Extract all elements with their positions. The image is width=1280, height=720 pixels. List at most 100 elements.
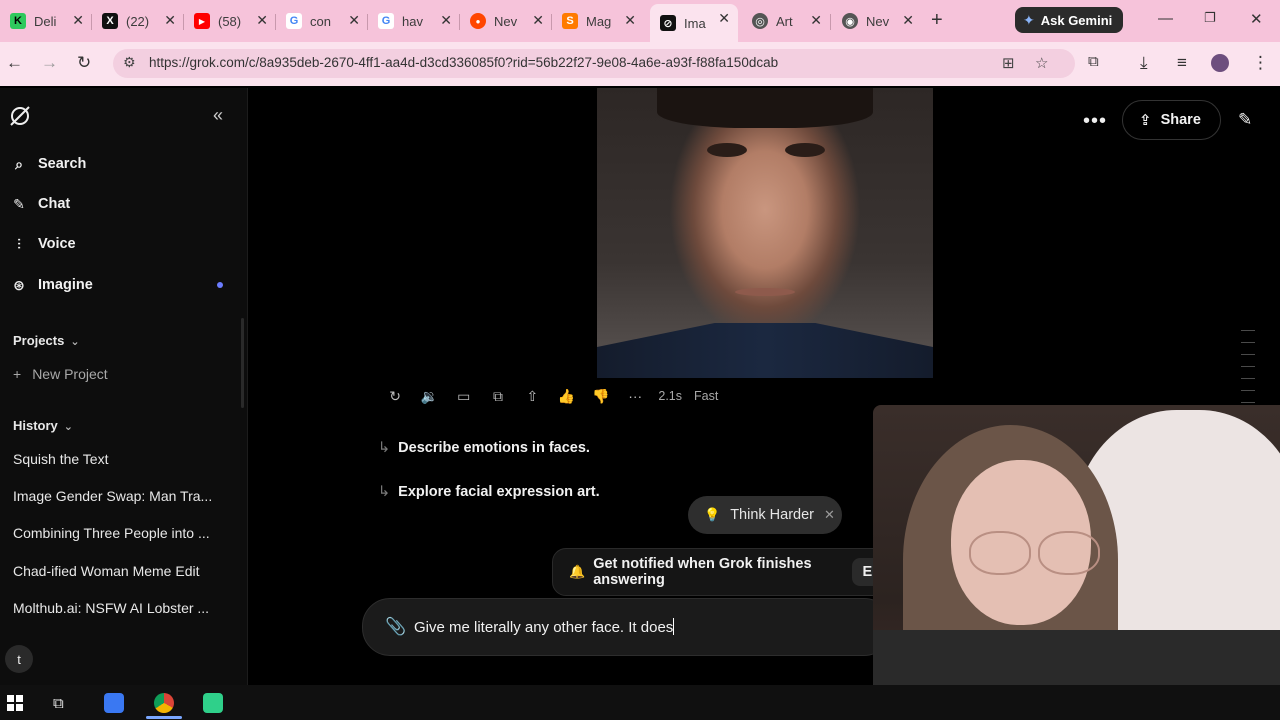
extensions-icon[interactable]: ⧉ — [1088, 53, 1099, 70]
tab-close-icon[interactable]: ✕ — [72, 12, 84, 29]
nav-imagine[interactable]: ⊛ Imagine — [11, 273, 93, 297]
task-view-icon[interactable]: ⧉ — [53, 695, 64, 712]
share-button[interactable]: ⇪ Share — [1122, 100, 1221, 140]
downloads-icon[interactable]: ⤓ — [1140, 53, 1148, 73]
think-harder-chip[interactable]: 💡 Think Harder ✕ — [688, 496, 842, 534]
site-info-icon[interactable]: ⚙ — [123, 54, 136, 71]
tab-favicon-icon: S — [562, 13, 578, 29]
browser-tab[interactable]: ● Nev ✕ — [460, 6, 552, 36]
nav-chat[interactable]: ✎ Chat — [11, 192, 70, 216]
tab-close-icon[interactable]: ✕ — [718, 10, 730, 27]
history-item[interactable]: Combining Three People into ... — [13, 525, 218, 541]
tab-favicon-icon: K — [10, 13, 26, 29]
history-header[interactable]: History ⌄ — [13, 418, 73, 433]
generated-portrait-image[interactable] — [597, 88, 933, 378]
conversation-minimap-tick[interactable] — [1241, 330, 1255, 331]
history-item[interactable]: Chad-ified Woman Meme Edit — [13, 563, 218, 579]
collapse-sidebar-icon[interactable]: « — [213, 105, 223, 126]
minimize-icon[interactable]: — — [1158, 10, 1173, 27]
thumbs-down-icon[interactable]: 👎 — [584, 388, 618, 405]
reply-arrow-icon: ↳ — [378, 484, 391, 500]
reload-icon[interactable]: ↻ — [77, 53, 91, 73]
back-icon[interactable]: ← — [6, 53, 23, 73]
tab-close-icon[interactable]: ✕ — [624, 12, 636, 29]
new-chat-edit-icon[interactable]: ✎ — [1238, 110, 1252, 130]
browser-tab-active[interactable]: ⊘ Ima ✕ — [650, 4, 738, 42]
read-aloud-icon[interactable]: 🔉 — [412, 388, 446, 405]
copy-icon[interactable]: ⧉ — [481, 388, 515, 405]
notification-banner: 🔔 Get notified when Grok finishes answer… — [552, 548, 892, 596]
conversation-minimap-tick[interactable] — [1241, 378, 1255, 379]
share-icon[interactable]: ⇧ — [515, 388, 549, 405]
history-item[interactable]: Molthub.ai: NSFW AI Lobster ... — [13, 600, 218, 616]
browser-tab[interactable]: ◎ Art ✕ — [742, 6, 830, 36]
more-options-icon[interactable]: ••• — [1083, 110, 1107, 133]
windows-start-icon[interactable] — [7, 695, 23, 711]
attach-paperclip-icon[interactable]: 📎 — [385, 617, 406, 637]
projects-header[interactable]: Projects ⌄ — [13, 333, 80, 348]
browser-tab[interactable]: K Deli ✕ — [0, 6, 92, 36]
tab-close-icon[interactable]: ✕ — [810, 12, 822, 29]
forward-icon[interactable]: → — [41, 53, 58, 73]
browser-tab[interactable]: G con ✕ — [276, 6, 368, 36]
ask-gemini-button[interactable]: ✦ Ask Gemini — [1015, 7, 1123, 33]
more-icon[interactable]: ··· — [618, 388, 652, 404]
regenerate-icon[interactable]: ↻ — [378, 388, 412, 405]
thumbs-up-icon[interactable]: 👍 — [549, 388, 583, 405]
imagine-icon: ⊛ — [13, 276, 25, 293]
restore-icon[interactable]: ❐ — [1204, 10, 1216, 26]
history-label: History — [13, 418, 58, 433]
browser-tab[interactable]: G hav ✕ — [368, 6, 460, 36]
url-text[interactable]: https://grok.com/c/8a935deb-2670-4ff1-aa… — [149, 55, 778, 70]
conversation-minimap-tick[interactable] — [1241, 342, 1255, 343]
nav-voice[interactable]: ⫶ Voice — [11, 232, 75, 256]
browser-tab[interactable]: ▶ (58) ✕ — [184, 6, 276, 36]
suggestion-item[interactable]: ↳ Describe emotions in faces. — [378, 440, 590, 456]
reading-list-icon[interactable]: ≡ — [1177, 53, 1187, 73]
message-input-value: Give me literally any other face. It doe… — [414, 619, 674, 636]
address-bar[interactable]: ⚙ https://grok.com/c/8a935deb-2670-4ff1-… — [113, 49, 1075, 78]
tab-close-icon[interactable]: ✕ — [440, 12, 452, 29]
text-caret — [673, 618, 675, 635]
conversation-minimap-tick[interactable] — [1241, 354, 1255, 355]
notification-text: Get notified when Grok finishes answerin… — [593, 556, 812, 588]
chat-icon: ✎ — [13, 195, 25, 212]
profile-avatar[interactable] — [1211, 54, 1229, 72]
menu-icon[interactable]: ⋮ — [1252, 53, 1269, 73]
tab-favicon-icon: ▶ — [194, 13, 210, 29]
conversation-minimap-tick[interactable] — [1241, 366, 1255, 367]
taskbar-app-icon[interactable] — [104, 693, 124, 713]
close-window-icon[interactable]: ✕ — [1250, 10, 1263, 28]
browser-tab[interactable]: ◉ Nev ✕ — [832, 6, 922, 36]
tab-close-icon[interactable]: ✕ — [532, 12, 544, 29]
message-composer[interactable]: 📎 Give me literally any other face. It d… — [362, 598, 892, 656]
active-app-indicator — [146, 716, 182, 719]
conversation-minimap-tick[interactable] — [1241, 402, 1255, 403]
close-icon[interactable]: ✕ — [824, 507, 835, 523]
comment-icon[interactable]: ▭ — [447, 388, 481, 405]
taskbar-app-icon[interactable] — [203, 693, 223, 713]
user-avatar[interactable]: t — [5, 645, 33, 673]
new-tab-button[interactable]: + — [931, 9, 943, 32]
sidebar-scrollbar[interactable] — [241, 318, 244, 408]
tab-close-icon[interactable]: ✕ — [902, 12, 914, 29]
browser-tab[interactable]: S Mag ✕ — [552, 6, 644, 36]
tab-close-icon[interactable]: ✕ — [348, 12, 360, 29]
bookmark-star-icon[interactable]: ☆ — [1035, 54, 1048, 72]
chrome-icon[interactable] — [154, 693, 174, 713]
bell-icon: 🔔 — [569, 564, 586, 579]
nav-search[interactable]: ⌕ Search — [11, 152, 86, 176]
message-input[interactable]: Give me literally any other face. It doe… — [414, 618, 675, 636]
install-app-icon[interactable]: ⊞ — [1002, 54, 1015, 72]
webcam-overlay — [873, 405, 1280, 685]
sidebar: « ⌕ Search ✎ Chat ⫶ Voice ⊛ Imagine Proj… — [0, 88, 248, 685]
suggestion-item[interactable]: ↳ Explore facial expression art. — [378, 484, 600, 500]
grok-logo-icon[interactable] — [8, 104, 32, 128]
conversation-minimap-tick[interactable] — [1241, 390, 1255, 391]
tab-close-icon[interactable]: ✕ — [256, 12, 268, 29]
tab-close-icon[interactable]: ✕ — [164, 12, 176, 29]
history-item[interactable]: Squish the Text — [13, 451, 218, 467]
browser-tab[interactable]: X (22) ✕ — [92, 6, 184, 36]
new-project-button[interactable]: + New Project — [13, 366, 108, 382]
history-item[interactable]: Image Gender Swap: Man Tra... — [13, 488, 218, 504]
